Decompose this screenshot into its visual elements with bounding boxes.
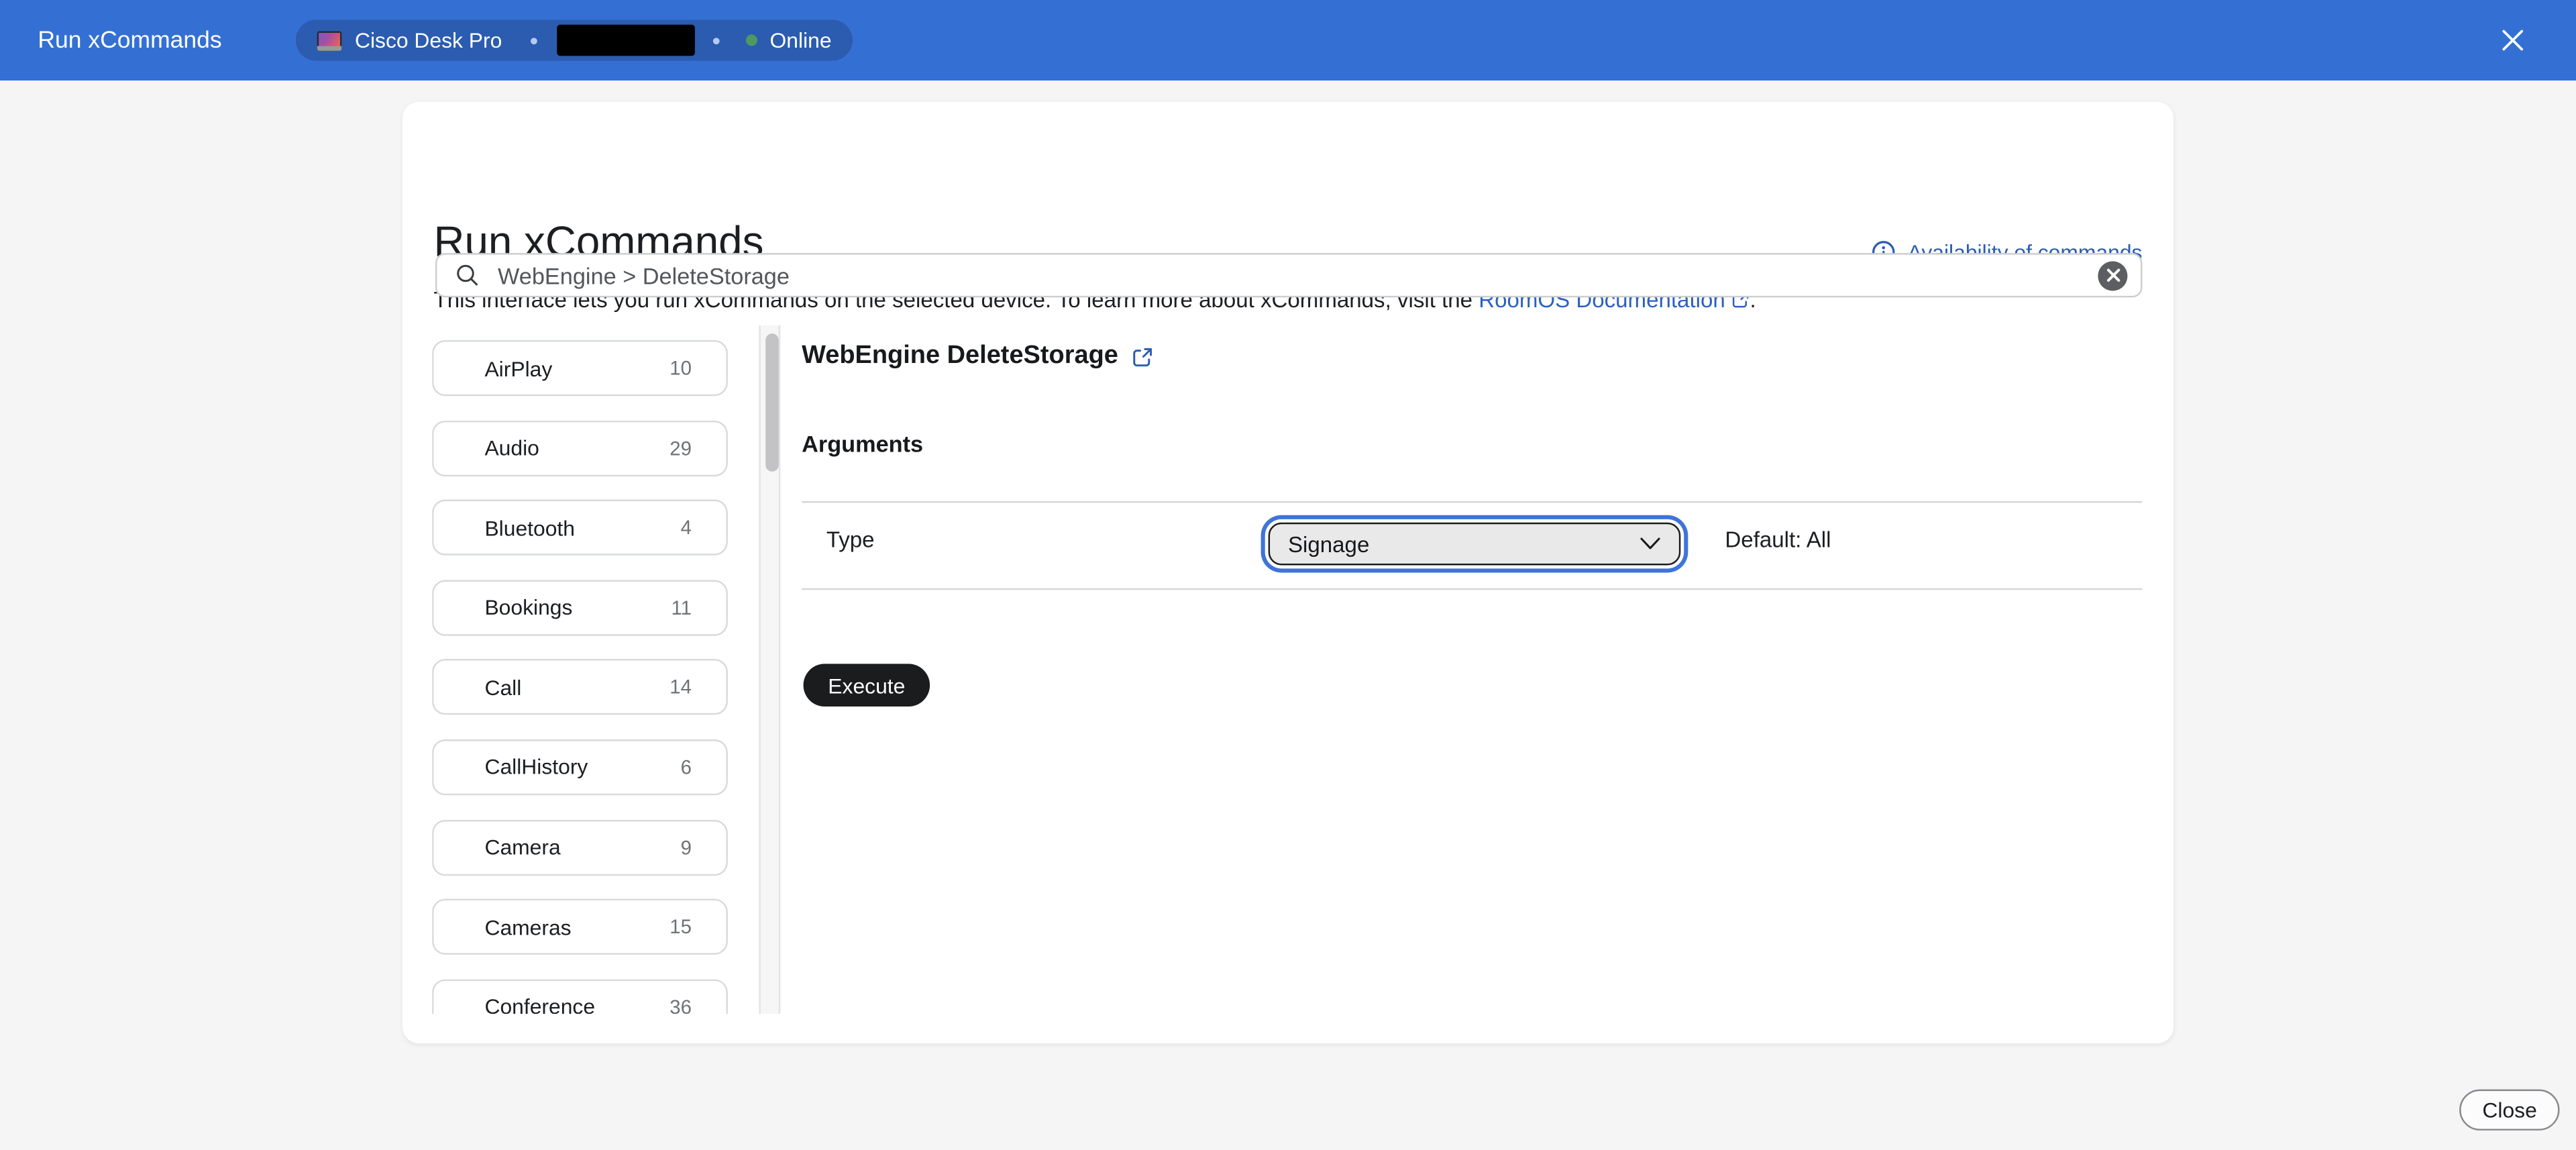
sidebar-item-count: 15 [669,915,692,938]
sidebar-item-label: Bluetooth [484,515,575,540]
sidebar-item-label: Cameras [484,914,571,939]
close-button[interactable]: Close [2459,1090,2560,1131]
sidebar-item-bookings[interactable]: Bookings 11 [432,580,728,635]
redacted-device-label [556,25,694,56]
device-status: Online [770,28,832,53]
sidebar-item-bluetooth[interactable]: Bluetooth 4 [432,500,728,556]
type-select-dropdown[interactable]: Signage [1269,523,1681,566]
desk-pro-device-icon [317,30,342,50]
search-icon [455,263,480,288]
sidebar-item-audio[interactable]: Audio 29 [432,420,728,476]
argument-label-type: Type [826,527,875,552]
top-bar: Run xCommands Cisco Desk Pro Online [0,0,2576,81]
xcommands-card: Availability of commands Run xCommands T… [402,102,2174,1043]
argument-default-value: Default: All [1725,527,1831,552]
divider [802,501,2142,503]
run-xcommands-modal: Run xCommands Cisco Desk Pro Online Avai… [0,0,2576,1150]
command-external-link-icon[interactable] [1132,346,1153,368]
sidebar-item-count: 14 [669,676,692,698]
divider [802,588,2142,590]
list-scrollbar-track[interactable] [759,325,780,1014]
online-status-dot-icon [745,34,757,46]
execute-button[interactable]: Execute [804,664,930,707]
sidebar-item-count: 10 [669,356,692,379]
sidebar-item-label: CallHistory [484,755,588,780]
command-category-list: AirPlay 10 Audio 29 Bluetooth 4 Bookings… [432,325,731,1014]
search-input[interactable] [494,260,2098,290]
sidebar-item-label: Bookings [484,595,572,620]
sidebar-item-count: 4 [681,516,692,539]
command-search-box [435,253,2142,297]
arguments-heading: Arguments [802,431,923,457]
sidebar-item-airplay[interactable]: AirPlay 10 [432,340,728,396]
clear-search-icon[interactable] [2098,260,2127,290]
sidebar-item-count: 11 [671,596,692,619]
separator-dot-icon [712,37,719,44]
sidebar-item-label: Camera [484,835,560,859]
sidebar-item-label: Call [484,675,521,700]
list-scrollbar-thumb[interactable] [765,333,778,472]
sidebar-item-camera[interactable]: Camera 9 [432,819,728,875]
sidebar-item-count: 36 [669,995,692,1014]
device-pill[interactable]: Cisco Desk Pro Online [296,19,853,60]
command-title: WebEngine DeleteStorage [802,342,1152,371]
sidebar-item-callhistory[interactable]: CallHistory 6 [432,739,728,795]
sidebar-item-count: 29 [669,436,692,459]
sidebar-item-count: 6 [681,755,692,778]
device-name: Cisco Desk Pro [355,28,502,53]
sidebar-item-count: 9 [681,835,692,858]
close-icon[interactable] [2496,23,2528,56]
command-title-text: WebEngine DeleteStorage [802,342,1118,371]
app-title: Run xCommands [38,0,221,81]
sidebar-item-label: Conference [484,994,595,1014]
sidebar-item-label: AirPlay [484,356,552,380]
sidebar-item-cameras[interactable]: Cameras 15 [432,899,728,955]
sidebar-item-conference[interactable]: Conference 36 [432,979,728,1014]
sidebar-item-call[interactable]: Call 14 [432,660,728,715]
sidebar-item-label: Audio [484,435,539,460]
type-select-value: Signage [1288,531,1640,556]
separator-dot-icon [530,37,537,44]
chevron-down-icon [1640,537,1661,551]
